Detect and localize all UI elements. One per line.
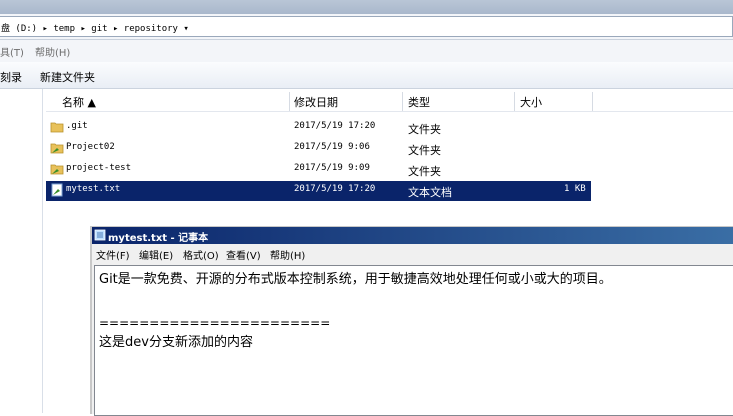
file-date: 2017/5/19 17:20 [294,184,376,194]
folder-icon [50,122,64,133]
notepad-menu-view[interactable]: 查看(V) [226,247,261,262]
file-name: .git [66,121,88,131]
file-row[interactable]: .git 2017/5/19 17:20 文件夹 [46,118,591,138]
file-type: 文件夹 [408,165,441,178]
notepad-menu-help[interactable]: 帮助(H) [270,247,305,262]
window-titlebar [0,0,733,14]
toolbar: 刻录 新建文件夹 [0,62,733,89]
column-divider[interactable] [289,92,290,111]
column-divider[interactable] [402,92,403,111]
notepad-title: mytest.txt - 记事本 [108,233,209,244]
column-modified[interactable]: 修改日期 [294,94,338,109]
notepad-titlebar[interactable]: mytest.txt - 记事本 [92,227,733,244]
notepad-menu-bar: 文件(F) 编辑(E) 格式(O) 查看(V) 帮助(H) [92,245,733,263]
text-file-icon [51,183,63,197]
notepad-window[interactable]: mytest.txt - 记事本 文件(F) 编辑(E) 格式(O) 查看(V)… [90,226,733,416]
text-line: Git是一款免费、开源的分布式版本控制系统，用于敏捷高效地处理任何或小或大的项目… [99,272,612,287]
address-field[interactable]: 盘 (D:) ▸ temp ▸ git ▸ repository ▾ [0,16,733,37]
file-row[interactable]: project-test 2017/5/19 9:09 文件夹 [46,160,591,180]
file-name: mytest.txt [66,184,121,194]
burn-button[interactable]: 刻录 [0,69,22,85]
file-type: 文本文档 [408,186,452,199]
notepad-text-area[interactable]: Git是一款免费、开源的分布式版本控制系统，用于敏捷高效地处理任何或小或大的项目… [94,265,733,416]
column-size[interactable]: 大小 [520,94,542,109]
file-row-selected[interactable]: mytest.txt 2017/5/19 17:20 文本文档 1 KB [46,181,591,201]
project-folder-icon [50,164,64,175]
notepad-menu-file[interactable]: 文件(F) [96,247,130,262]
menu-bar: 具(T) 帮助(H) [0,40,733,62]
notepad-icon [94,229,106,241]
file-date: 2017/5/19 9:06 [294,142,370,152]
column-header: 名称 ▲ 修改日期 类型 大小 [46,92,733,112]
notepad-menu-format[interactable]: 格式(O) [183,247,219,262]
file-name: Project02 [66,142,115,152]
text-line: 这是dev分支新添加的内容 [99,335,253,350]
text-line: ======================= [99,316,331,330]
file-name: project-test [66,163,132,173]
navigation-pane[interactable] [0,89,43,413]
file-date: 2017/5/19 17:20 [294,121,376,131]
column-divider[interactable] [514,92,515,111]
file-type: 文件夹 [408,123,441,136]
file-date: 2017/5/19 9:09 [294,163,370,173]
address-bar: 盘 (D:) ▸ temp ▸ git ▸ repository ▾ [0,14,733,40]
menu-help[interactable]: 帮助(H) [35,44,70,59]
column-name[interactable]: 名称 ▲ [62,94,96,109]
column-type[interactable]: 类型 [408,94,430,109]
menu-tools[interactable]: 具(T) [0,44,24,59]
file-row[interactable]: Project02 2017/5/19 9:06 文件夹 [46,139,591,159]
new-folder-button[interactable]: 新建文件夹 [40,69,95,85]
project-folder-icon [50,143,64,154]
file-size: 1 KB [564,184,586,194]
file-type: 文件夹 [408,144,441,157]
address-path[interactable]: 盘 (D:) ▸ temp ▸ git ▸ repository ▾ [1,21,189,34]
column-divider[interactable] [592,92,593,111]
notepad-menu-edit[interactable]: 编辑(E) [139,247,173,262]
